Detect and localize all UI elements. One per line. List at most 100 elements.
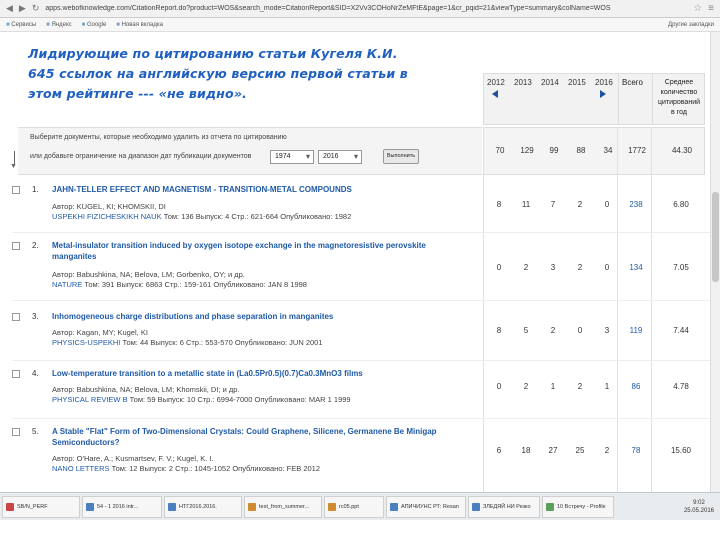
scrollbar-thumb[interactable] [712, 192, 719, 282]
record-row: 3. Inhomogeneous charge distributions an… [12, 311, 482, 357]
record-authors: Автор: Kagan, MY; Kugel, KI [52, 328, 148, 337]
bookmark-item[interactable]: Новая вкладка [116, 22, 163, 28]
app-icon [546, 502, 554, 511]
source-details: Том: 44 Выпуск: 6 Стр.: 553-570 Опублико… [122, 338, 323, 347]
total-2015: 88 [576, 146, 586, 155]
taskbar-item[interactable]: test_from_summer... [244, 495, 322, 518]
other-bookmarks[interactable]: Другие закладки [668, 22, 714, 28]
taskbar-item[interactable]: SB/N_PERF [2, 495, 80, 518]
total-citations-link[interactable]: 78 [623, 446, 649, 455]
record-title-link[interactable]: JAHN-TELLER EFFECT AND MAGNETISM - TRANS… [52, 184, 462, 195]
journal-link[interactable]: PHYSICS-USPEKHI [52, 338, 120, 347]
prev-years-arrow-icon[interactable] [492, 90, 498, 98]
total-citations-link[interactable]: 86 [623, 382, 649, 391]
taskbar-item[interactable]: 54 - 1 2016 intr... [82, 495, 162, 518]
cites-2012: 8 [496, 326, 502, 335]
taskbar-item[interactable]: ЗЛЕДЯЙ НИ Резко [468, 495, 540, 518]
record-number: 4. [32, 369, 39, 378]
journal-link[interactable]: NATURE [52, 280, 82, 289]
taskbar-item[interactable]: АПИЧИУНС РТ: Resan [386, 495, 466, 518]
total-2014: 99 [549, 146, 559, 155]
down-arrow-icon: ▼ [10, 163, 17, 170]
average-column-header: Среднее количество цитирований в год [657, 79, 701, 116]
browser-menu-icon[interactable]: ≡ [708, 3, 714, 14]
cites-2012: 0 [496, 263, 502, 272]
app-icon [6, 502, 14, 511]
average-citations: 7.44 [673, 326, 689, 335]
record-row: 4. Low-temperature transition to a metal… [12, 368, 482, 414]
total-citations-link[interactable]: 119 [623, 326, 649, 335]
from-year-select[interactable]: 1974 [270, 150, 314, 164]
record-checkbox[interactable] [12, 370, 20, 378]
taskbar-item[interactable]: 10 Встречу - Profile [542, 495, 614, 518]
record-authors: Автор: KUGEL, KI; KHOMSKII, DI [52, 202, 166, 211]
cites-2015: 0 [577, 326, 583, 335]
record-source: PHYSICAL REVIEW B Том: 59 Выпуск: 10 Стр… [52, 395, 472, 405]
clock-date: 25.05.2016 [683, 507, 714, 514]
browser-address-bar: ◀ ▶ ↻ apps.webofknowledge.com/CitationRe… [0, 0, 720, 18]
record-checkbox[interactable] [12, 313, 20, 321]
cites-2012: 0 [496, 382, 502, 391]
back-icon[interactable]: ◀ [6, 3, 13, 14]
average-citations: 7.05 [673, 263, 689, 272]
taskbar-item[interactable]: НТГ2016.2016. [164, 495, 242, 518]
source-details: Том: 391 Выпуск: 6863 Стр.: 159-161 Опуб… [84, 280, 307, 289]
record-source: USPEKHI FIZICHESKIKH NAUK Том: 136 Выпус… [52, 212, 472, 222]
system-clock[interactable]: 9:02 25.05.2016 [684, 499, 718, 515]
bookmark-star-icon[interactable]: ☆ [693, 3, 702, 14]
record-checkbox[interactable] [12, 242, 20, 250]
journal-link[interactable]: PHYSICAL REVIEW B [52, 395, 128, 404]
cites-2015: 25 [575, 446, 585, 455]
record-checkbox[interactable] [12, 186, 20, 194]
app-icon [390, 502, 398, 511]
bookmark-item[interactable]: Сервисы [6, 22, 36, 28]
next-years-arrow-icon[interactable] [600, 90, 606, 98]
source-details: Том: 136 Выпуск: 4 Стр.: 621-664 Опублик… [163, 212, 352, 221]
filter-instruction: или добавьте ограничение на диапазон дат… [30, 153, 252, 160]
record-row: 2. Metal-insulator transition induced by… [12, 240, 482, 296]
apply-range-button[interactable]: Выполнить [383, 149, 419, 164]
record-title-link[interactable]: Low-temperature transition to a metallic… [52, 368, 462, 379]
reload-icon[interactable]: ↻ [32, 3, 40, 14]
record-row: 5. A Stable "Flat" Form of Two-Dimension… [12, 426, 482, 488]
taskbar-label: 54 - 1 2016 intr... [97, 503, 139, 510]
date-range-filter: Выберите документы, которые необходимо у… [18, 127, 482, 175]
source-details: Том: 59 Выпуск: 10 Стр.: 6994-7000 Опубл… [129, 395, 351, 404]
vertical-scrollbar[interactable] [710, 32, 720, 492]
column-divider [652, 74, 653, 124]
app-icon [86, 502, 94, 511]
forward-icon[interactable]: ▶ [19, 3, 26, 14]
bookmarks-bar: Сервисы Яндекс Google Новая вкладка Друг… [0, 18, 720, 32]
taskbar-item[interactable]: rc05.ppt [324, 495, 384, 518]
app-icon [472, 502, 480, 511]
journal-link[interactable]: USPEKHI FIZICHESKIKH NAUK [52, 212, 162, 221]
source-details: Том: 12 Выпуск: 2 Стр.: 1045-1052 Опубли… [111, 464, 321, 473]
row-divider [12, 360, 712, 361]
total-all: 1772 [628, 146, 646, 155]
to-year-select[interactable]: 2016 [318, 150, 362, 164]
record-checkbox[interactable] [12, 428, 20, 436]
record-title-link[interactable]: A Stable "Flat" Form of Two-Dimensional … [52, 426, 462, 448]
record-authors: Автор: Babushkina, NA; Belova, LM; Khoms… [52, 385, 240, 394]
grid-divider [617, 127, 618, 492]
record-source: PHYSICS-USPEKHI Том: 44 Выпуск: 6 Стр.: … [52, 338, 472, 348]
total-citations-link[interactable]: 238 [623, 200, 649, 209]
record-authors: Автор: Babushkina, NA; Belova, LM; Gorbe… [52, 270, 245, 279]
cites-2015: 2 [577, 200, 583, 209]
taskbar-label: rc05.ppt [339, 503, 359, 510]
clock-time: 9:02 [693, 499, 705, 506]
cites-2013: 2 [523, 382, 529, 391]
journal-link[interactable]: NANO LETTERS [52, 464, 110, 473]
record-title-link[interactable]: Inhomogeneous charge distributions and p… [52, 311, 462, 322]
row-divider [12, 418, 712, 419]
total-citations-link[interactable]: 134 [623, 263, 649, 272]
record-values: 8 5 2 0 3 119 7.44 [483, 326, 705, 346]
bookmark-item[interactable]: Google [82, 22, 106, 28]
bookmark-item[interactable]: Яндекс [46, 22, 71, 28]
grid-divider [651, 127, 652, 492]
record-title-link[interactable]: Metal-insulator transition induced by ox… [52, 240, 462, 262]
cites-2012: 8 [496, 200, 502, 209]
row-divider [12, 232, 712, 233]
record-number: 5. [32, 427, 39, 436]
url-field[interactable]: apps.webofknowledge.com/CitationReport.d… [45, 5, 675, 12]
